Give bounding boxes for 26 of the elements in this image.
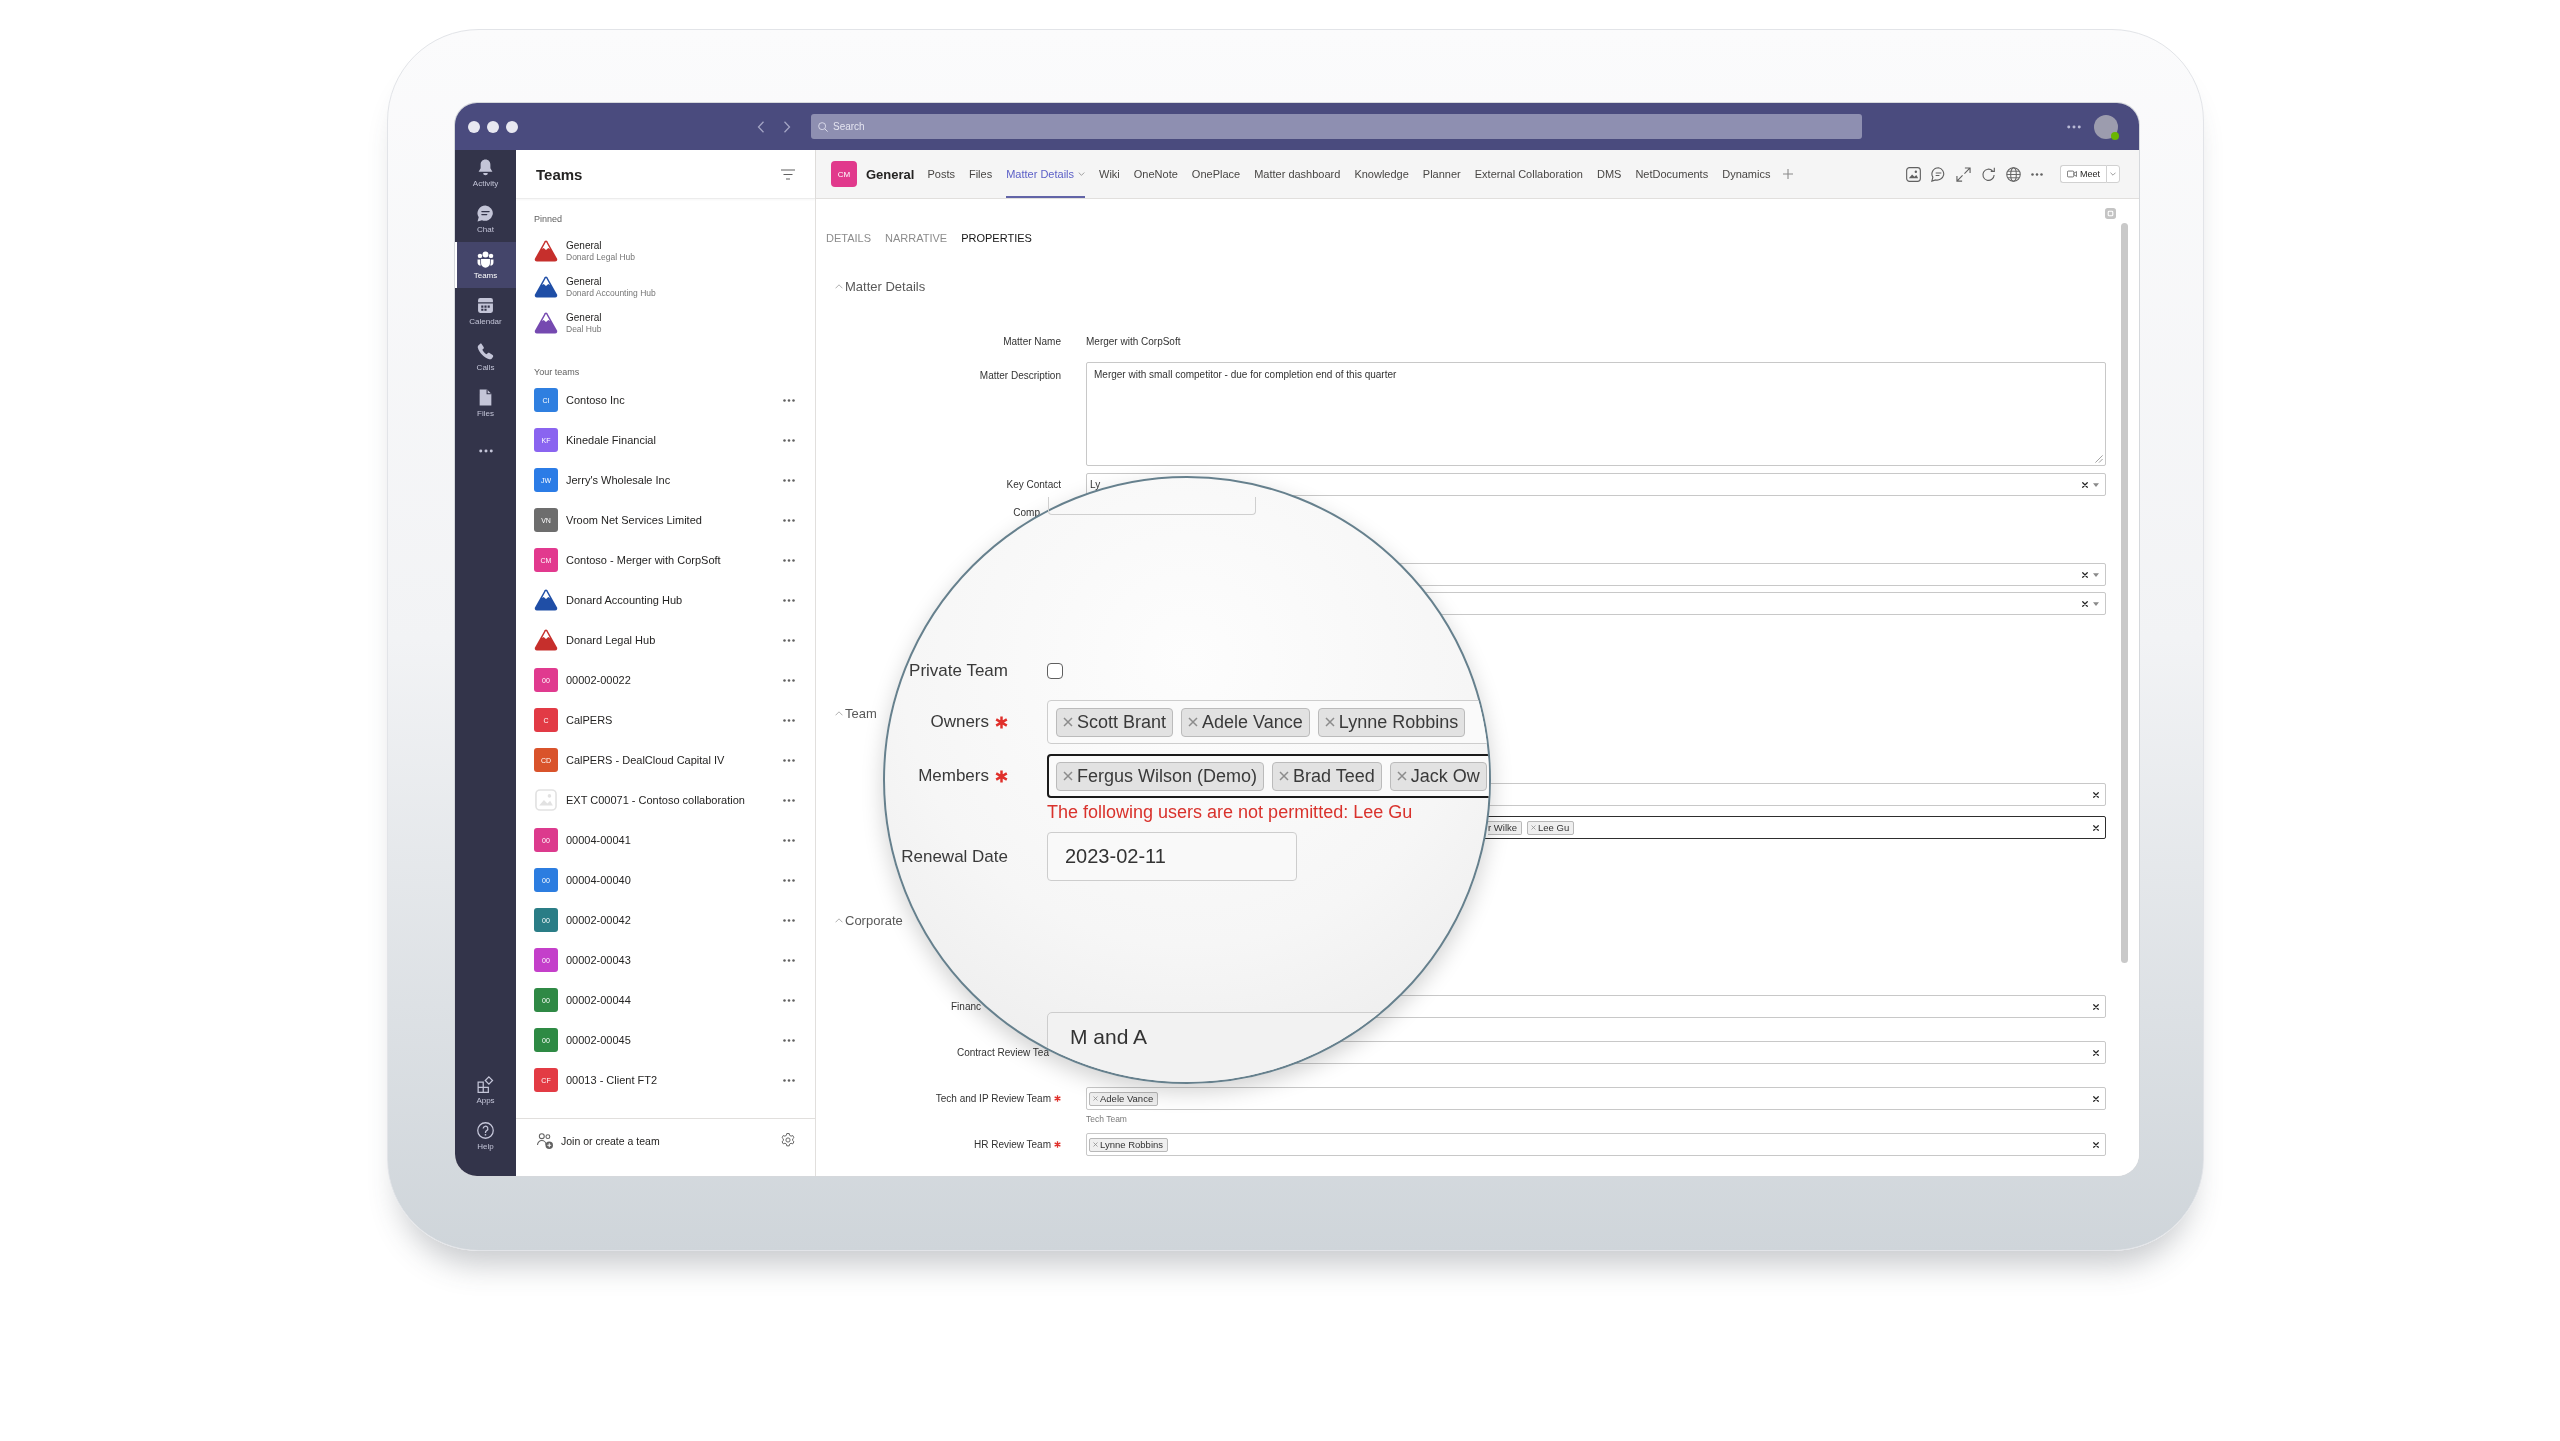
field-label: Matter Name <box>1003 336 1061 347</box>
channel-avatar: CM <box>831 161 857 187</box>
field-label: Tech and IP Review Team <box>935 1093 1051 1104</box>
field-label: Contract Review Tea <box>956 1047 1049 1058</box>
field-value: M and A <box>1070 1025 1148 1048</box>
field-label: Key Contact <box>1006 479 1061 490</box>
team-name: Deal Hub <box>566 324 602 334</box>
field-label: Members <box>918 766 989 786</box>
field-label: Renewal Date <box>901 846 1008 867</box>
field-label: Owners <box>930 712 989 732</box>
group-label: Pinned <box>534 213 564 225</box>
field-label: HR Review Team <box>973 1139 1051 1150</box>
field-label: Comp <box>1013 507 1040 518</box>
field-value: 2023-02-11 <box>1065 845 1166 868</box>
field-label: Matter Description <box>979 369 1061 381</box>
field-value: Merger with CorpSoft <box>1086 336 1181 347</box>
hint-text: Tech Team <box>1086 1114 1128 1124</box>
team-name: Donard Accounting Hub <box>566 288 656 298</box>
team-name: Donard Legal Hub <box>566 252 635 262</box>
field-label: Financ <box>951 1001 981 1012</box>
field-value: Ly <box>1089 479 1101 490</box>
field-value: Merger with small competitor - due for completion end of this quarter <box>1093 369 1397 380</box>
field-label: Private Team <box>909 661 1008 681</box>
panel-title: Teams <box>536 165 583 183</box>
group-label: Your teams <box>534 366 581 378</box>
channel-title: General <box>866 166 915 182</box>
